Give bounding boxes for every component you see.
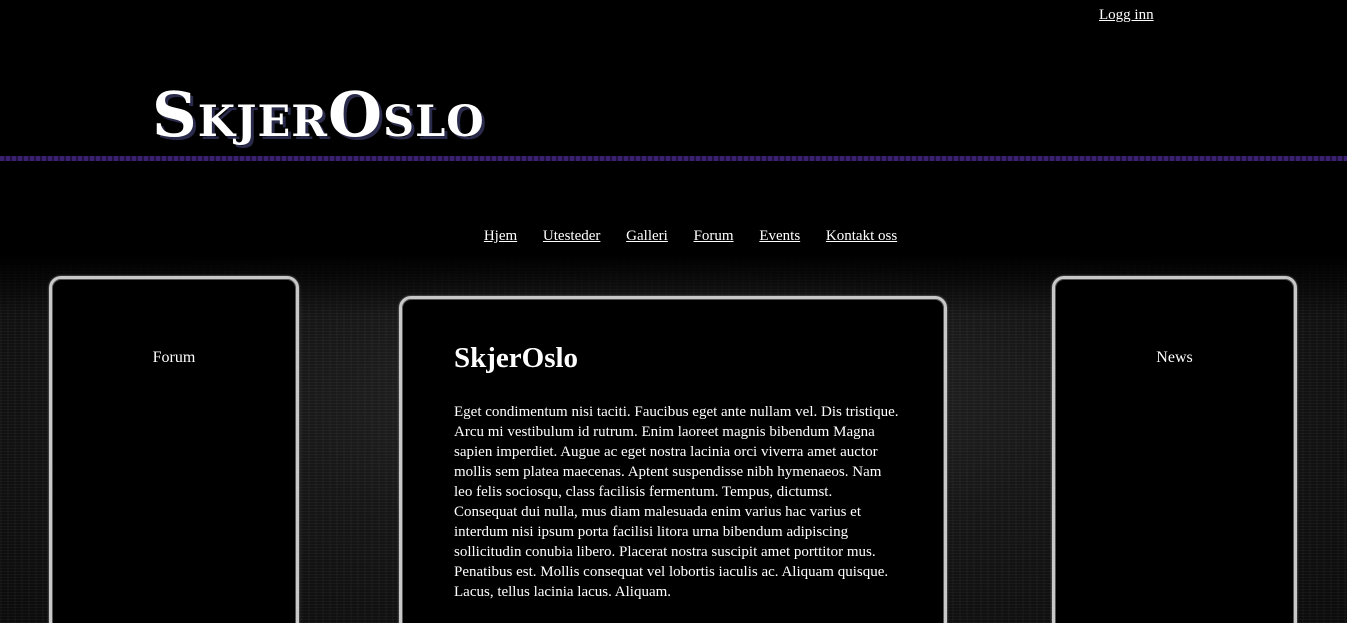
site-logo[interactable]: SkjerOslo [152, 84, 485, 146]
nav-item-forum[interactable]: Forum [694, 228, 734, 244]
forum-panel-title: Forum [152, 349, 196, 366]
nav-item-events[interactable]: Events [759, 228, 800, 244]
header-divider [0, 156, 1347, 161]
nav-item-hjem[interactable]: Hjem [484, 228, 517, 244]
nav-item-galleri[interactable]: Galleri [626, 228, 668, 244]
main-body-text: Eget condimentum nisi taciti. Faucibus e… [454, 404, 899, 600]
forum-panel: Forum [49, 276, 299, 623]
nav-item-kontakt-oss[interactable]: Kontakt oss [826, 228, 897, 244]
news-panel: News [1052, 276, 1297, 623]
main-content-panel: SkjerOslo Eget condimentum nisi taciti. … [399, 296, 947, 623]
main-title: SkjerOslo [454, 342, 579, 374]
login-link[interactable]: Logg inn [1099, 7, 1154, 24]
nav-item-utesteder[interactable]: Utesteder [543, 228, 600, 244]
main-nav: Hjem Utesteder Galleri Forum Events Kont… [0, 228, 1347, 245]
news-panel-title: News [1156, 349, 1193, 366]
page: Logg inn SkjerOslo Hjem Utesteder Galler… [0, 0, 1347, 623]
